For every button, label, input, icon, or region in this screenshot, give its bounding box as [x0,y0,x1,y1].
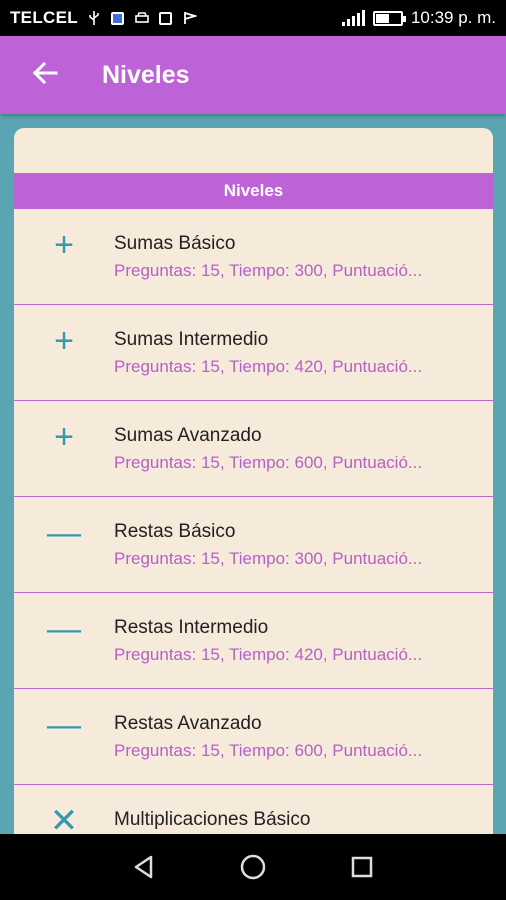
level-text: Sumas Básico Preguntas: 15, Tiempo: 300, … [114,209,493,281]
level-subtitle: Preguntas: 15, Tiempo: 600, Puntuació... [114,741,423,760]
section-header: Niveles [14,173,493,209]
arrow-back-icon [32,60,58,91]
carrier-label: TELCEL [10,8,78,27]
levels-card: Niveles + Sumas Básico Preguntas: 15, Tiem… [14,128,493,868]
status-right: 10:39 p. m. [341,8,496,28]
level-text: Sumas Intermedio Preguntas: 15, Tiempo: 4… [114,305,493,377]
minus-icon: — [47,706,81,744]
signal-icon [341,10,365,26]
level-item[interactable]: + Sumas Avanzado Preguntas: 15, Tiempo: 60… [14,401,493,497]
level-item[interactable]: — Restas Intermedio Preguntas: 15, Tiempo:… [14,593,493,689]
level-title: Restas Intermedio [114,617,269,638]
minus-icon: — [47,514,81,552]
level-subtitle: Preguntas: 15, Tiempo: 300, Puntuació... [114,261,423,280]
nav-recents-icon [351,856,372,878]
level-title: Sumas Avanzado [114,425,262,446]
level-text: Restas Intermedio Preguntas: 15, Tiempo: … [114,593,493,665]
notification-app-icon [110,10,126,26]
level-title: Restas Avanzado [114,713,262,734]
level-item[interactable]: + Sumas Intermedio Preguntas: 15, Tiempo: … [14,305,493,401]
plus-icon: + [54,226,74,264]
level-subtitle: Preguntas: 15, Tiempo: 420, Puntuació... [114,357,423,376]
plus-icon: + [54,322,74,360]
image-icon [158,10,174,26]
level-subtitle: Preguntas: 15, Tiempo: 300, Puntuació... [114,549,423,568]
level-subtitle: Preguntas: 15, Tiempo: 420, Puntuació... [114,645,423,664]
back-button[interactable] [15,45,75,105]
level-title: Sumas Básico [114,233,236,254]
level-text: Sumas Avanzado Preguntas: 15, Tiempo: 600… [114,401,493,473]
car-icon [134,10,150,26]
level-text: Multiplicaciones Básico [114,785,493,837]
level-subtitle: Preguntas: 15, Tiempo: 600, Puntuació... [114,453,423,472]
level-title: Restas Básico [114,521,236,542]
status-left: TELCEL [10,8,198,28]
level-item[interactable]: — Restas Avanzado Preguntas: 15, Tiempo: 6… [14,689,493,785]
battery-icon [372,10,406,26]
nav-home-button[interactable] [233,847,273,887]
level-text: Restas Básico Preguntas: 15, Tiempo: 300,… [114,497,493,569]
level-title: Multiplicaciones Básico [114,809,311,830]
level-title: Sumas Intermedio [114,329,269,350]
status-bar: TELCEL 10:39 p. m. [0,0,506,36]
minus-icon: — [47,610,81,648]
levels-list: + Sumas Básico Preguntas: 15, Tiempo: 300,… [14,209,493,868]
app-bar: Niveles [0,36,506,114]
nav-back-icon [135,855,153,879]
navigation-bar [0,834,506,900]
flag-icon [182,10,198,26]
level-item[interactable]: + Sumas Básico Preguntas: 15, Tiempo: 300,… [14,209,493,305]
usb-icon [86,10,102,26]
nav-home-icon [240,854,266,880]
clock: 10:39 p. m. [410,8,496,27]
page-title: Niveles [102,60,190,89]
plus-icon: + [54,418,74,456]
card-spacer [14,128,493,173]
level-item[interactable]: — Restas Básico Preguntas: 15, Tiempo: 300… [14,497,493,593]
nav-recents-button[interactable] [342,847,382,887]
nav-back-button[interactable] [124,847,164,887]
level-text: Restas Avanzado Preguntas: 15, Tiempo: 60… [114,689,493,761]
